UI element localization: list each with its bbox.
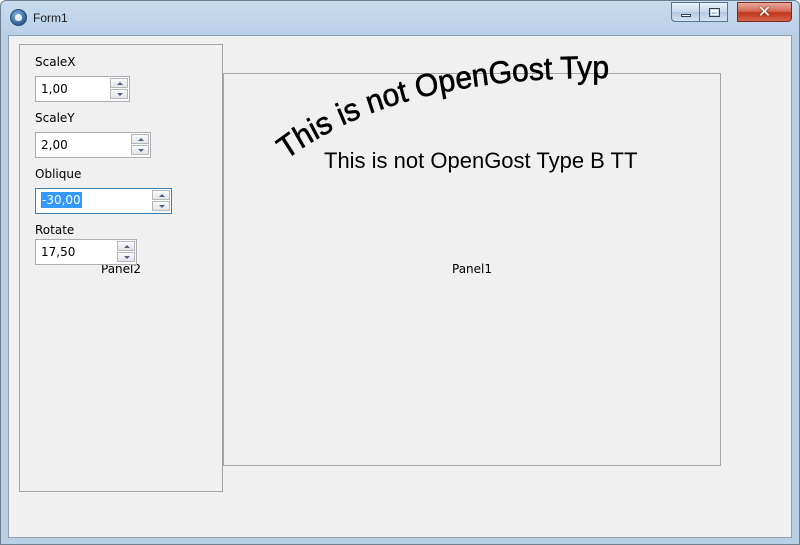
rotate-input[interactable] [36, 240, 106, 264]
maximize-icon [709, 8, 720, 17]
rotate-down-button[interactable] [117, 252, 135, 262]
minimize-icon [681, 14, 691, 17]
scalex-label: ScaleX [35, 55, 76, 69]
scalex-spinner[interactable] [35, 76, 130, 102]
form-client-area: ScaleX ScaleY Oblique -30,00 [8, 35, 792, 538]
close-button[interactable]: ✕ [737, 2, 792, 22]
oblique-down-button[interactable] [152, 201, 170, 211]
form1-window: Form1 ✕ ScaleX ScaleY [0, 0, 800, 545]
up-arrow-icon [138, 138, 144, 141]
oblique-up-button[interactable] [152, 190, 170, 200]
window-title: Form1 [33, 11, 68, 25]
panel1: This is not OpenGost Type B TT This is n… [223, 47, 721, 466]
oblique-spinner[interactable]: -30,00 [35, 188, 172, 214]
scalex-input[interactable] [36, 77, 106, 101]
scaley-spinner[interactable] [35, 132, 151, 158]
rotate-spinner[interactable] [35, 239, 137, 265]
scalex-spin-buttons [110, 78, 129, 100]
title-bar[interactable]: Form1 ✕ [1, 1, 799, 35]
plain-text: This is not OpenGost Type B TT [324, 148, 638, 173]
app-icon[interactable] [10, 9, 27, 26]
oblique-input[interactable]: -30,00 [41, 192, 82, 208]
scaley-up-button[interactable] [131, 134, 149, 144]
rotate-spin-buttons [117, 241, 136, 263]
scaley-down-button[interactable] [131, 145, 149, 155]
down-arrow-icon [159, 205, 165, 208]
down-arrow-icon [117, 93, 123, 96]
panel2: ScaleX ScaleY Oblique -30,00 [19, 44, 223, 492]
scaley-spin-buttons [131, 134, 150, 156]
up-arrow-icon [159, 194, 165, 197]
rotate-up-button[interactable] [117, 241, 135, 251]
rotate-label: Rotate [35, 223, 75, 237]
down-arrow-icon [138, 149, 144, 152]
down-arrow-icon [124, 256, 130, 259]
oblique-selected-value: -30,00 [41, 192, 82, 208]
oblique-label: Oblique [35, 167, 82, 181]
up-arrow-icon [117, 82, 123, 85]
oblique-spin-buttons [152, 190, 171, 212]
maximize-button[interactable] [699, 2, 728, 22]
scalex-up-button[interactable] [110, 78, 128, 88]
panel1-caption: Panel1 [452, 262, 493, 276]
up-arrow-icon [124, 245, 130, 248]
minimize-button[interactable] [671, 2, 700, 22]
scalex-down-button[interactable] [110, 89, 128, 99]
close-icon: ✕ [757, 2, 772, 21]
scaley-input[interactable] [36, 133, 106, 157]
scaley-label: ScaleY [35, 111, 75, 125]
